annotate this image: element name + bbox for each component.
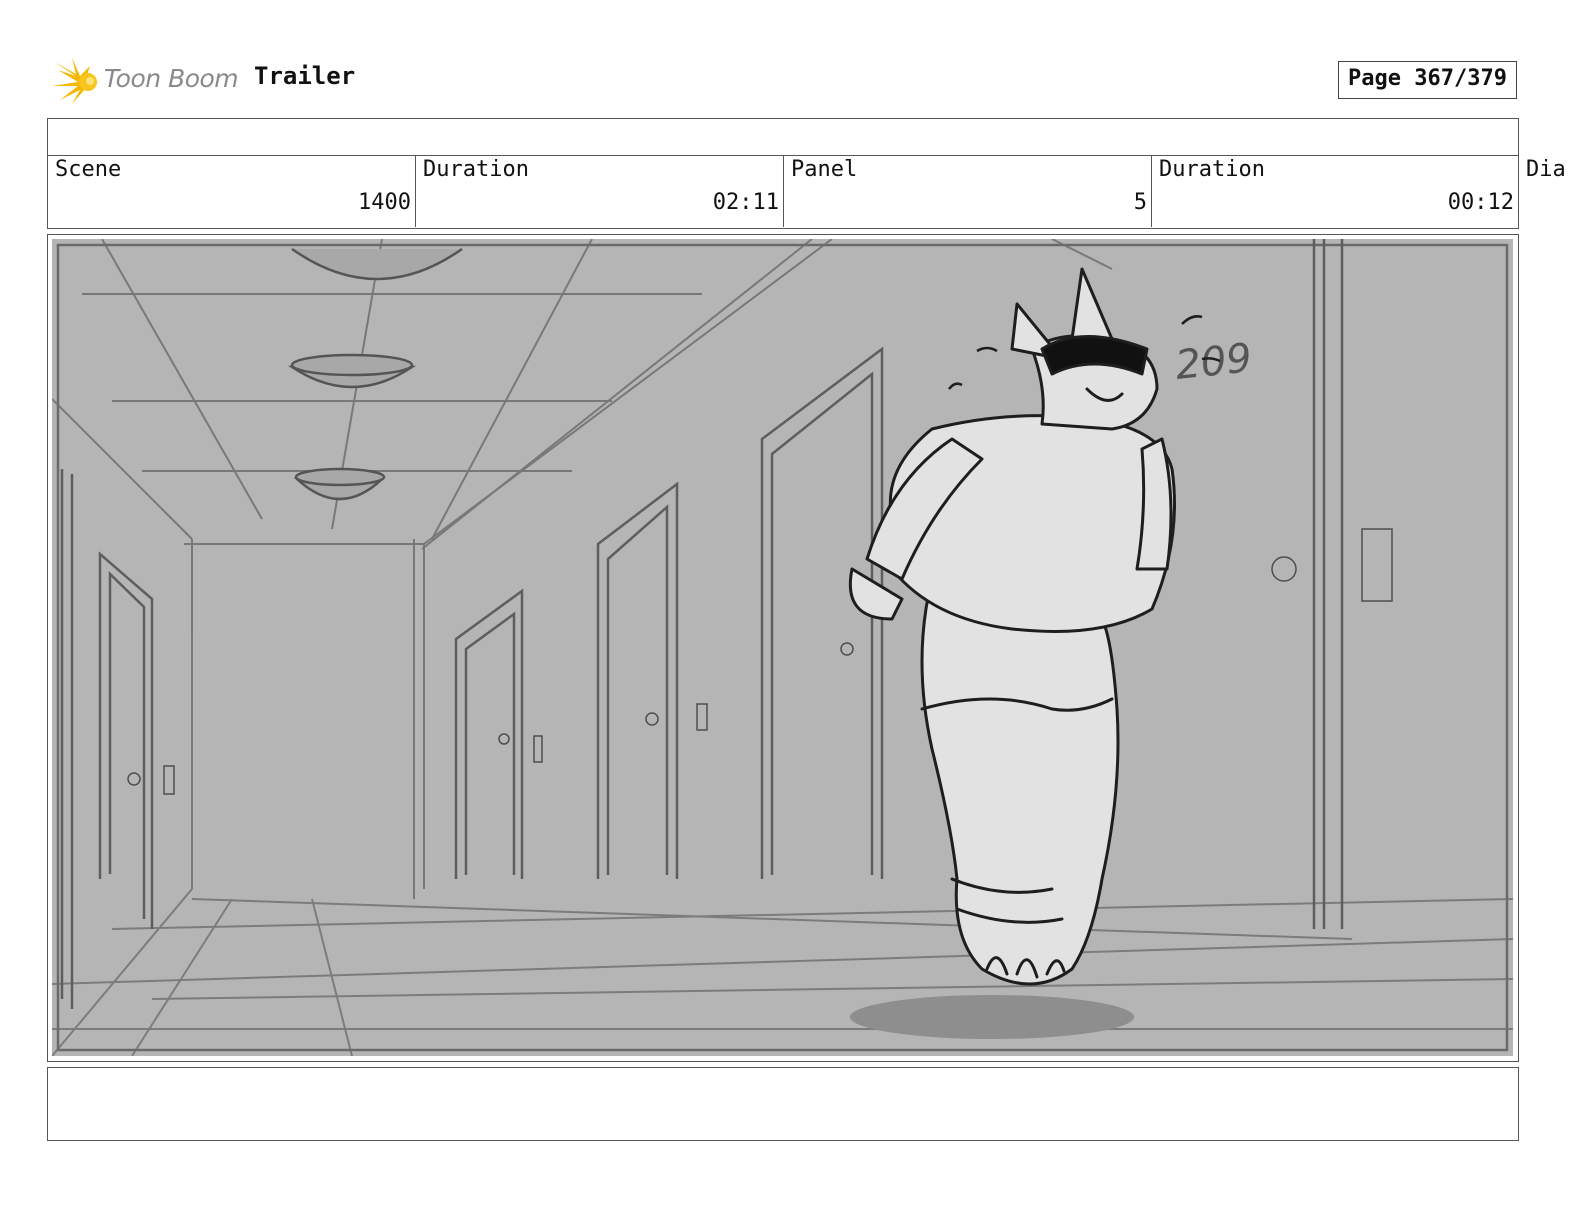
- panel-duration-value: 00:12: [1447, 190, 1514, 215]
- panel-duration-label: Duration: [1159, 157, 1265, 182]
- starburst-icon: [52, 58, 98, 104]
- scene-cell: Scene 1400: [48, 155, 416, 227]
- panel-frame: 209: [47, 234, 1519, 1062]
- panel-duration-cell: Duration 00:12: [1152, 155, 1518, 227]
- scene-value: 1400: [358, 190, 411, 215]
- dialogue-label: Dia: [1526, 157, 1566, 182]
- panel-label: Panel: [791, 157, 858, 182]
- hallway-sketch-image: 209: [52, 239, 1513, 1056]
- panel-value: 5: [1133, 190, 1147, 215]
- project-title: Trailer: [254, 62, 356, 90]
- svg-text:209: 209: [1173, 335, 1254, 389]
- page-indicator: Page 367/379: [1338, 61, 1517, 99]
- scene-duration-value: 02:11: [712, 190, 779, 215]
- panel-cell: Panel 5: [784, 155, 1152, 227]
- toon-boom-logo: Toon Boom: [50, 56, 240, 106]
- scene-duration-label: Duration: [423, 157, 529, 182]
- caption-box: [47, 1067, 1519, 1141]
- scene-duration-cell: Duration 02:11: [416, 155, 784, 227]
- top-strip: [47, 118, 1519, 156]
- info-row: Scene 1400 Duration 02:11 Panel 5 Durati…: [47, 155, 1519, 229]
- panel-sketch: 209: [52, 239, 1513, 1056]
- logo-text: Toon Boom: [104, 64, 239, 93]
- scene-label: Scene: [55, 157, 122, 182]
